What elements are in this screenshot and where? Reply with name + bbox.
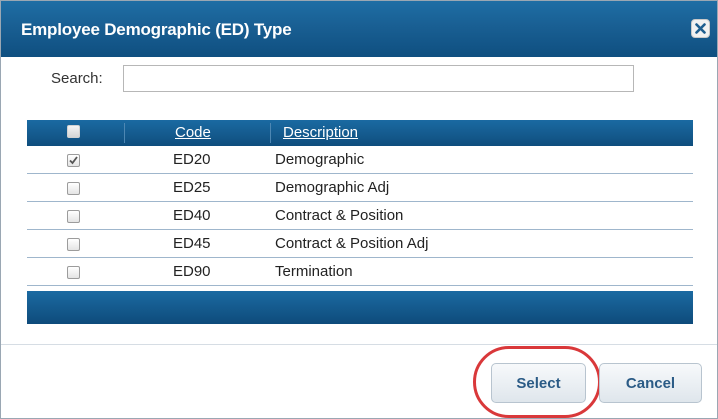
table-row[interactable]: ED25 Demographic Adj xyxy=(27,174,693,202)
select-button[interactable]: Select xyxy=(491,363,586,403)
header-divider xyxy=(124,123,125,143)
row-code: ED45 xyxy=(173,235,211,252)
row-description: Contract & Position xyxy=(275,207,404,224)
table-footer xyxy=(27,291,693,324)
table-row[interactable]: ED20 Demographic xyxy=(27,146,693,174)
search-label: Search: xyxy=(51,70,103,87)
cancel-button[interactable]: Cancel xyxy=(599,363,702,403)
table-row[interactable]: ED40 Contract & Position xyxy=(27,202,693,230)
row-description: Demographic xyxy=(275,151,365,168)
results-table: Code Description ED20 Demographic ED25 D… xyxy=(27,120,693,324)
checkmark-icon xyxy=(69,156,78,165)
column-header-description[interactable]: Description xyxy=(283,124,358,141)
select-all-checkbox[interactable] xyxy=(67,125,80,138)
row-description: Contract & Position Adj xyxy=(275,235,429,252)
dialog: Employee Demographic (ED) Type Search: C… xyxy=(0,0,718,419)
button-bar-divider xyxy=(1,344,717,345)
row-checkbox[interactable] xyxy=(67,266,80,279)
row-code: ED20 xyxy=(173,151,211,168)
row-code: ED40 xyxy=(173,207,211,224)
table-row[interactable]: ED90 Termination xyxy=(27,258,693,286)
close-button[interactable] xyxy=(691,19,710,38)
header-divider xyxy=(270,123,271,143)
close-icon xyxy=(695,23,706,34)
column-header-code[interactable]: Code xyxy=(175,124,211,141)
row-checkbox[interactable] xyxy=(67,210,80,223)
row-checkbox[interactable] xyxy=(67,238,80,251)
table-row[interactable]: ED45 Contract & Position Adj xyxy=(27,230,693,258)
row-description: Demographic Adj xyxy=(275,179,390,196)
row-code: ED90 xyxy=(173,263,211,280)
row-checkbox[interactable] xyxy=(67,154,80,167)
table-header: Code Description xyxy=(27,120,693,146)
row-checkbox[interactable] xyxy=(67,182,80,195)
dialog-title: Employee Demographic (ED) Type xyxy=(21,20,292,39)
row-description: Termination xyxy=(275,263,353,280)
row-code: ED25 xyxy=(173,179,211,196)
dialog-titlebar[interactable]: Employee Demographic (ED) Type xyxy=(1,1,717,57)
search-input[interactable] xyxy=(123,65,634,92)
